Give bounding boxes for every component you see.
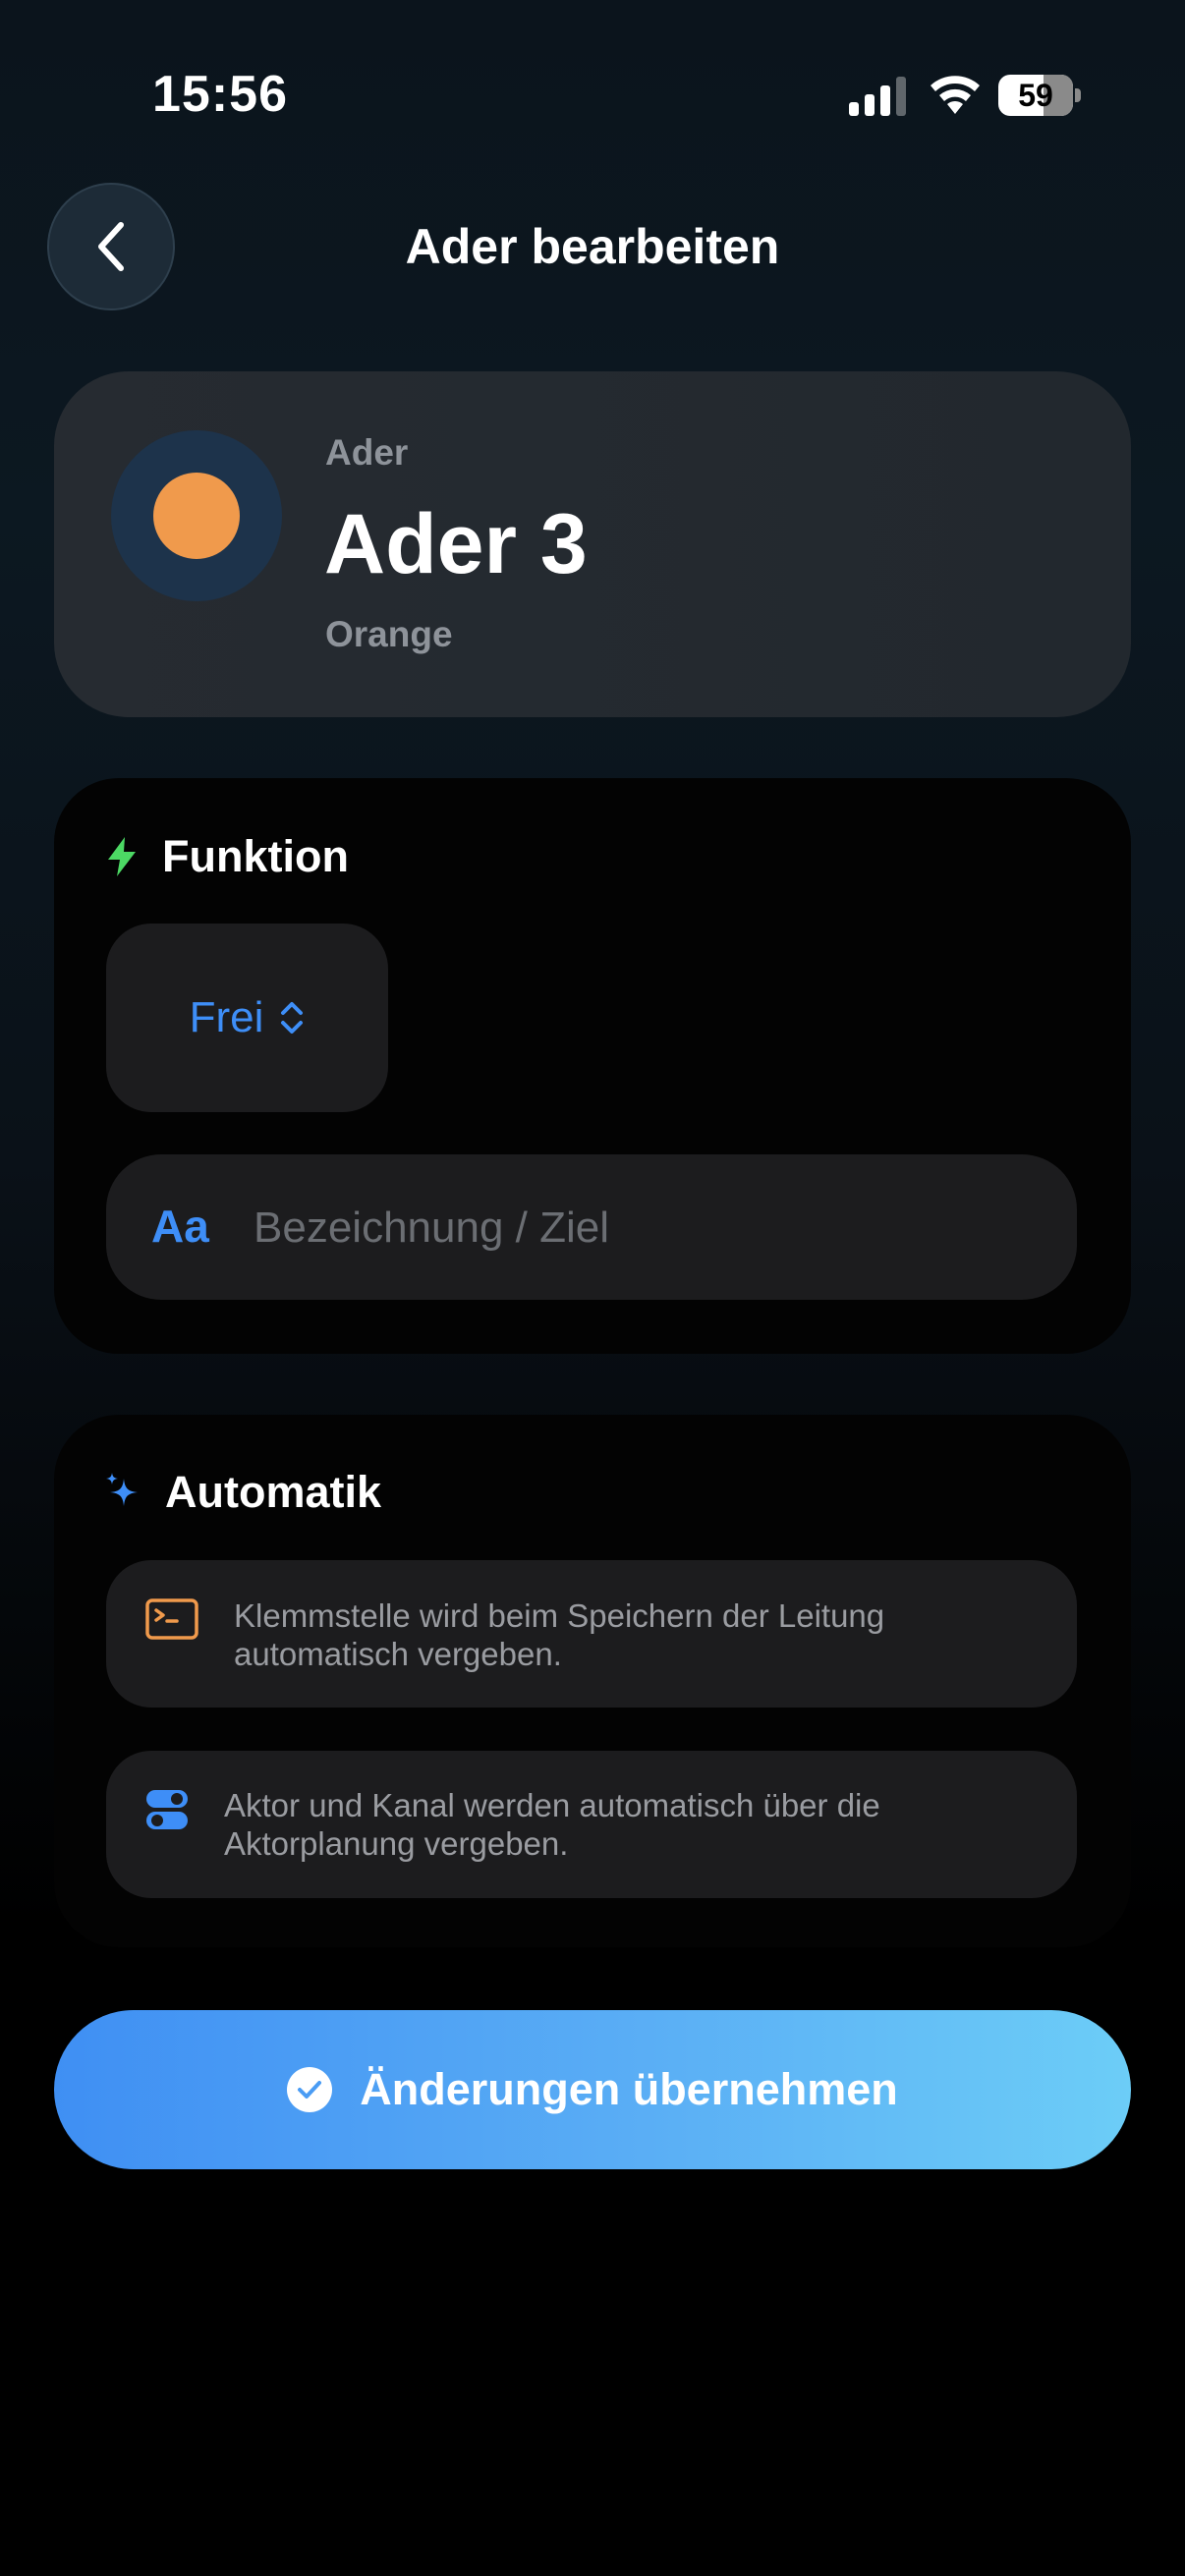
- battery-icon: 59: [998, 75, 1081, 116]
- funktion-select[interactable]: Frei: [106, 924, 388, 1112]
- color-swatch: [153, 473, 240, 559]
- automatik-info-text: Aktor und Kanal werden automatisch über …: [224, 1787, 880, 1862]
- terminal-icon: [145, 1598, 198, 1640]
- battery-level: 59: [1018, 78, 1053, 113]
- page-title: Ader bearbeiten: [405, 219, 780, 274]
- wifi-icon: [931, 76, 980, 114]
- chevron-up-down-icon: [281, 1002, 304, 1034]
- ader-name: Ader 3: [324, 497, 588, 591]
- cellular-signal-icon: [849, 77, 906, 116]
- ader-label: Ader: [325, 432, 409, 473]
- automatik-info-text: Klemmstelle wird beim Speichern der Leit…: [234, 1597, 885, 1672]
- funktion-title: Funktion: [162, 831, 349, 881]
- funktion-selected-value: Frei: [189, 993, 264, 1041]
- ader-color-name: Orange: [325, 614, 453, 654]
- status-time: 15:56: [152, 66, 288, 123]
- automatik-title: Automatik: [165, 1467, 382, 1517]
- text-format-icon: Aa: [151, 1201, 209, 1252]
- save-changes-button[interactable]: Änderungen übernehmen: [54, 2010, 1131, 2169]
- bezeichnung-input[interactable]: [254, 1174, 1059, 1282]
- toggles-icon: [146, 1790, 188, 1829]
- sparkles-icon: [106, 1473, 138, 1506]
- save-button-label: Änderungen übernehmen: [360, 2064, 898, 2114]
- bolt-icon: [108, 837, 136, 876]
- checkmark-circle-icon: [287, 2067, 333, 2112]
